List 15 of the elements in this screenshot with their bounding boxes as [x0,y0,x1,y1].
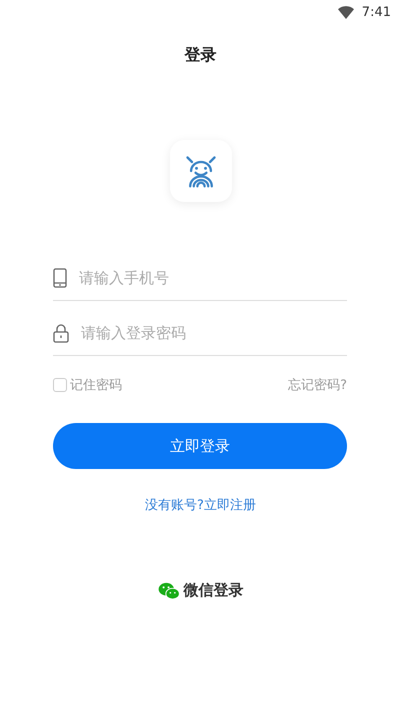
page-title: 登录 [184,45,216,66]
login-button[interactable]: 立即登录 [53,423,347,469]
password-field[interactable]: 请输入登录密码 [79,323,347,343]
wechat-icon [158,582,180,600]
remember-label: 记住密码 [70,377,122,394]
phone-field[interactable]: 请输入手机号 [77,268,347,288]
checkbox[interactable] [53,378,67,392]
wifi-icon [338,6,354,18]
forgot-password-link[interactable]: 忘记密码? [288,376,347,394]
phone-icon [53,268,67,288]
wechat-login-button[interactable]: 微信登录 [158,581,244,600]
lock-icon [53,323,69,343]
app-logo [170,140,232,202]
register-link[interactable]: 没有账号?立即注册 [145,496,256,514]
clock-time: 7:41 [362,4,391,20]
